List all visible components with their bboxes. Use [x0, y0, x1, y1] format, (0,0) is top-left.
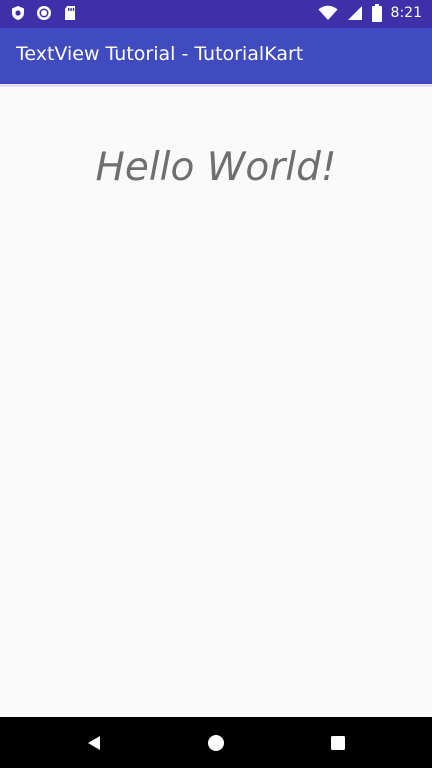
- hello-text-view: Hello World!: [95, 145, 337, 190]
- status-time: 8:21: [390, 5, 422, 21]
- sd-card-icon: [65, 6, 75, 20]
- battery-icon: [371, 4, 382, 22]
- app-title: TextView Tutorial - TutorialKart: [16, 43, 304, 65]
- status-bar: 8:21: [0, 0, 432, 28]
- phone-screen: 8:21 TextView Tutorial - TutorialKart He…: [0, 0, 432, 768]
- navigation-bar: [0, 717, 432, 768]
- vpn-icon: [37, 6, 51, 20]
- main-content: Hello World!: [0, 87, 432, 717]
- home-icon[interactable]: [205, 732, 227, 754]
- wifi-icon: [318, 5, 338, 20]
- signal-icon: [347, 6, 362, 20]
- app-bar: TextView Tutorial - TutorialKart: [0, 28, 432, 84]
- recents-icon[interactable]: [327, 732, 349, 754]
- back-icon[interactable]: [83, 732, 105, 754]
- status-right-icons: 8:21: [318, 4, 422, 22]
- shield-icon: [12, 6, 24, 20]
- status-left-icons: [10, 5, 78, 21]
